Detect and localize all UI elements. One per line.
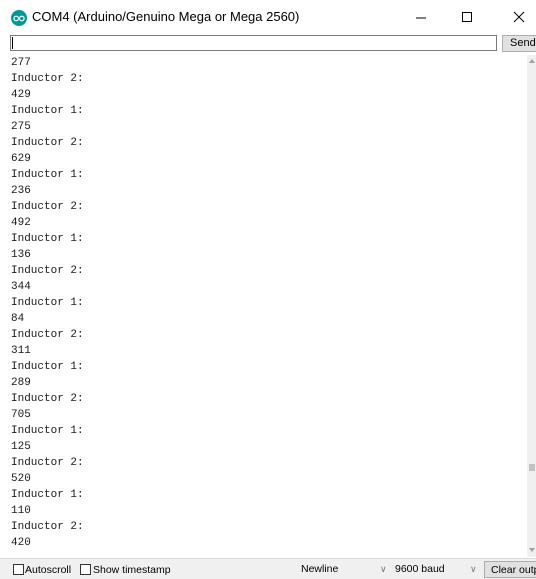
output-line: Inductor 2:	[11, 73, 84, 85]
output-line: 429	[11, 89, 31, 101]
autoscroll-checkbox[interactable]	[13, 564, 24, 575]
scroll-thumb[interactable]	[529, 464, 535, 471]
line-ending-value: Newline	[301, 563, 339, 575]
output-line: 344	[11, 281, 31, 293]
output-line: 705	[11, 409, 31, 421]
autoscroll-label[interactable]: Autoscroll	[25, 564, 71, 576]
status-bar: Autoscroll Show timestamp Newline ∨ 9600…	[0, 558, 536, 579]
title-bar[interactable]: COM4 (Arduino/Genuino Mega or Mega 2560)	[0, 0, 536, 34]
output-line: 84	[11, 313, 25, 325]
send-row: Send	[0, 34, 536, 54]
output-line: 420	[11, 537, 31, 549]
show-timestamp-checkbox[interactable]	[80, 564, 91, 575]
output-line: 629	[11, 153, 31, 165]
output-line: 289	[11, 377, 31, 389]
window-title: COM4 (Arduino/Genuino Mega or Mega 2560)	[32, 9, 300, 24]
output-line: Inductor 1:	[11, 105, 84, 117]
scroll-up-arrow-icon[interactable]	[529, 59, 535, 63]
output-line: Inductor 1:	[11, 233, 84, 245]
output-line: Inductor 2:	[11, 393, 84, 405]
close-icon	[513, 11, 525, 23]
minimize-button[interactable]	[398, 0, 444, 34]
arduino-icon	[11, 10, 27, 26]
output-line: 110	[11, 505, 31, 517]
text-caret	[12, 37, 13, 49]
clear-output-button[interactable]: Clear output	[484, 561, 536, 578]
output-line: 236	[11, 185, 31, 197]
output-line: 136	[11, 249, 31, 261]
output-line: 520	[11, 473, 31, 485]
serial-output[interactable]: 277 Inductor 2: 429 Inductor 1: 275 Inductor …	[10, 55, 526, 557]
output-line: Inductor 1:	[11, 489, 84, 501]
maximize-button[interactable]	[444, 0, 490, 34]
output-line: Inductor 1:	[11, 361, 84, 373]
output-line: 125	[11, 441, 31, 453]
output-line: Inductor 2:	[11, 265, 84, 277]
output-line: Inductor 1:	[11, 297, 84, 309]
output-line: Inductor 2:	[11, 201, 84, 213]
send-button[interactable]: Send	[502, 35, 536, 52]
baud-rate-value: 9600 baud	[395, 563, 445, 575]
minimize-icon	[416, 17, 426, 19]
output-line: 311	[11, 345, 31, 357]
output-line: Inductor 2:	[11, 329, 84, 341]
chevron-down-icon: ∨	[470, 564, 477, 574]
output-line: 492	[11, 217, 31, 229]
close-button[interactable]	[496, 0, 536, 34]
maximize-icon	[462, 12, 472, 22]
output-line: Inductor 2:	[11, 457, 84, 469]
serial-monitor-window: COM4 (Arduino/Genuino Mega or Mega 2560)…	[0, 0, 536, 579]
line-ending-select[interactable]: Newline ∨	[301, 561, 391, 578]
scroll-down-arrow-icon[interactable]	[529, 548, 535, 552]
chevron-down-icon: ∨	[380, 564, 387, 574]
show-timestamp-label[interactable]: Show timestamp	[93, 564, 171, 576]
output-line: 277	[11, 57, 31, 69]
output-line: 275	[11, 121, 31, 133]
output-line: Inductor 1:	[11, 425, 84, 437]
output-line: Inductor 1:	[11, 169, 84, 181]
output-line: Inductor 2:	[11, 521, 84, 533]
vertical-scrollbar[interactable]	[527, 55, 536, 557]
baud-rate-select[interactable]: 9600 baud ∨	[395, 561, 483, 578]
serial-input[interactable]	[10, 35, 497, 51]
output-line: Inductor 2:	[11, 137, 84, 149]
